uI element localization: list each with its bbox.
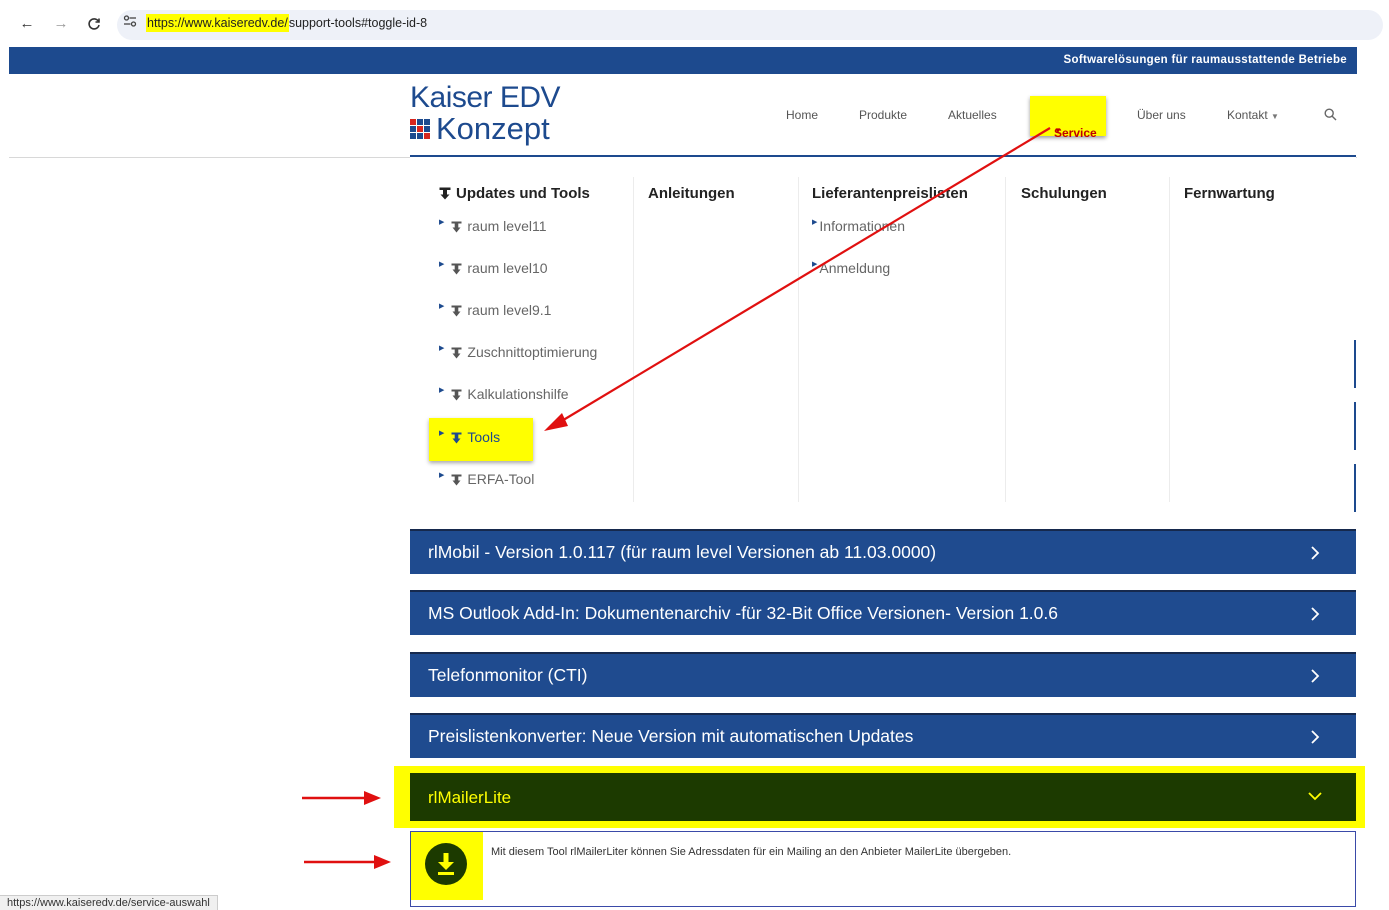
bullet-triangle-icon: ▶ xyxy=(439,472,445,479)
menu-heading-fernwartung[interactable]: Fernwartung xyxy=(1184,185,1275,202)
accordion-telefonmonitor[interactable]: Telefonmonitor (CTI) xyxy=(410,652,1356,697)
bullet-triangle-icon: ▶ xyxy=(439,261,445,268)
bullet-triangle-icon: ▶ xyxy=(439,219,445,226)
download-icon xyxy=(451,474,462,486)
column-divider xyxy=(798,177,799,502)
accordion-title: Preislistenkonverter: Neue Version mit a… xyxy=(428,726,914,746)
bullet-triangle-icon: ▶ xyxy=(439,345,445,352)
menu-item-label: Zuschnittoptimierung xyxy=(467,344,598,360)
download-arrow-icon xyxy=(438,853,454,875)
download-icon xyxy=(451,305,462,317)
accordion-title: Telefonmonitor (CTI) xyxy=(428,665,588,685)
download-icon xyxy=(451,432,462,444)
bullet-triangle-icon: ▶ xyxy=(439,387,445,394)
menu-item-raum-level10[interactable]: ▶ raum level10 xyxy=(439,260,548,276)
menu-item-label: ERFA-Tool xyxy=(467,471,535,487)
site-info-icon[interactable] xyxy=(123,15,137,30)
chevron-right-icon xyxy=(1311,730,1320,744)
logo-line2: Konzept xyxy=(436,111,550,146)
menu-item-raum-level9-1[interactable]: ▶ raum level9.1 xyxy=(439,302,551,318)
nav-service[interactable]: Service ▼ xyxy=(1030,96,1106,140)
url-domain: https://www.kaiseredv.de/ xyxy=(146,14,289,32)
rlmailerlite-content: Mit diesem Tool rlMailerLiter können Sie… xyxy=(410,831,1356,907)
arrowhead xyxy=(364,791,381,805)
menu-item-zuschnittoptimierung[interactable]: ▶ Zuschnittoptimierung xyxy=(439,344,597,360)
accordion-outlook-addin[interactable]: MS Outlook Add-In: Dokumentenarchiv -für… xyxy=(410,590,1356,635)
menu-item-raum-level11[interactable]: ▶ raum level11 xyxy=(439,218,547,234)
edge-line xyxy=(1354,402,1356,450)
bullet-triangle-icon: ▶ xyxy=(812,261,818,268)
menu-item-label: Kalkulationshilfe xyxy=(467,386,569,402)
menu-item-tools[interactable]: ▶ Tools xyxy=(439,429,500,445)
arrowhead xyxy=(374,855,391,869)
chevron-down-icon xyxy=(1308,792,1322,801)
chevron-right-icon xyxy=(1311,669,1320,683)
menu-heading-lieferanten[interactable]: Lieferantenpreislisten xyxy=(812,185,968,202)
reload-icon[interactable] xyxy=(85,14,103,37)
column-divider xyxy=(1169,177,1170,502)
menu-item-label: raum level9.1 xyxy=(467,302,552,318)
download-icon xyxy=(451,221,462,233)
tagline: Softwarelösungen für raumausstattende Be… xyxy=(1063,54,1347,66)
accordion-title: MS Outlook Add-In: Dokumentenarchiv -für… xyxy=(428,603,1058,623)
bullet-triangle-icon: ▶ xyxy=(439,303,445,310)
nav-kontakt[interactable]: Kontakt ▼ xyxy=(1227,108,1279,122)
top-banner: Softwarelösungen für raumausstattende Be… xyxy=(9,47,1357,74)
edge-line xyxy=(1354,340,1356,388)
logo-line1: Kaiser EDV xyxy=(410,81,561,114)
bullet-triangle-icon: ▶ xyxy=(812,219,818,226)
menu-heading-updates[interactable]: Updates und Tools xyxy=(439,185,590,202)
menu-item-label: Tools xyxy=(467,429,501,445)
caret-down-icon: ▼ xyxy=(1054,126,1062,135)
menu-item-label: Anmeldung xyxy=(819,260,891,276)
bullet-triangle-icon: ▶ xyxy=(439,430,445,437)
nav-ueber-uns[interactable]: Über uns xyxy=(1137,108,1186,122)
accordion-rlmailerlite[interactable]: rlMailerLite xyxy=(410,773,1356,821)
status-bar-url: https://www.kaiseredv.de/service-auswahl xyxy=(0,895,218,910)
menu-item-anmeldung[interactable]: ▶ Anmeldung xyxy=(812,260,890,276)
menu-item-kalkulationshilfe[interactable]: ▶ Kalkulationshilfe xyxy=(439,386,569,402)
accordion-rlmobil[interactable]: rlMobil - Version 1.0.117 (für raum leve… xyxy=(410,529,1356,574)
chevron-right-icon xyxy=(1311,607,1320,621)
accordion-title: rlMobil - Version 1.0.117 (für raum leve… xyxy=(428,542,937,562)
download-icon xyxy=(439,187,451,200)
download-icon xyxy=(451,347,462,359)
menu-item-erfa-tool[interactable]: ▶ ERFA-Tool xyxy=(439,471,534,487)
url-text[interactable]: https://www.kaiseredv.de/support-tools#t… xyxy=(146,14,428,32)
url-path: support-tools#toggle-id-8 xyxy=(288,16,428,30)
edge-line xyxy=(1354,464,1356,512)
nav-kontakt-label: Kontakt xyxy=(1227,108,1268,122)
column-divider xyxy=(633,177,634,502)
logo-grid-icon xyxy=(410,119,430,139)
menu-heading-schulungen[interactable]: Schulungen xyxy=(1021,185,1107,202)
rlmailerlite-description: Mit diesem Tool rlMailerLiter können Sie… xyxy=(491,846,1012,858)
menu-item-label: raum level10 xyxy=(467,260,548,276)
caret-down-icon: ▼ xyxy=(1271,112,1279,121)
forward-arrow-icon[interactable]: → xyxy=(52,14,70,34)
nav-aktuelles[interactable]: Aktuelles xyxy=(948,108,997,122)
menu-item-informationen[interactable]: ▶ Informationen xyxy=(812,218,905,234)
back-arrow-icon[interactable]: ← xyxy=(18,14,36,34)
nav-produkte[interactable]: Produkte xyxy=(859,108,907,122)
download-icon xyxy=(451,389,462,401)
nav-home[interactable]: Home xyxy=(786,108,818,122)
site-logo[interactable]: Kaiser EDV Konzept xyxy=(410,81,561,146)
chevron-right-icon xyxy=(1311,546,1320,560)
accordion-preislistenkonverter[interactable]: Preislistenkonverter: Neue Version mit a… xyxy=(410,713,1356,758)
mega-menu: Updates und Tools Anleitungen Lieferante… xyxy=(410,157,1356,517)
menu-heading-anleitungen[interactable]: Anleitungen xyxy=(648,185,735,202)
download-icon xyxy=(451,263,462,275)
browser-toolbar: ← → https://www.kaiseredv.de/support-too… xyxy=(0,0,1389,47)
download-highlight xyxy=(411,832,483,900)
menu-item-label: Informationen xyxy=(819,218,905,234)
menu-heading-updates-label: Updates und Tools xyxy=(456,185,590,202)
download-button[interactable] xyxy=(425,843,467,885)
search-icon[interactable] xyxy=(1324,108,1340,124)
menu-item-label: raum level11 xyxy=(467,218,547,234)
accordion-title: rlMailerLite xyxy=(428,788,512,807)
column-divider xyxy=(1005,177,1006,502)
